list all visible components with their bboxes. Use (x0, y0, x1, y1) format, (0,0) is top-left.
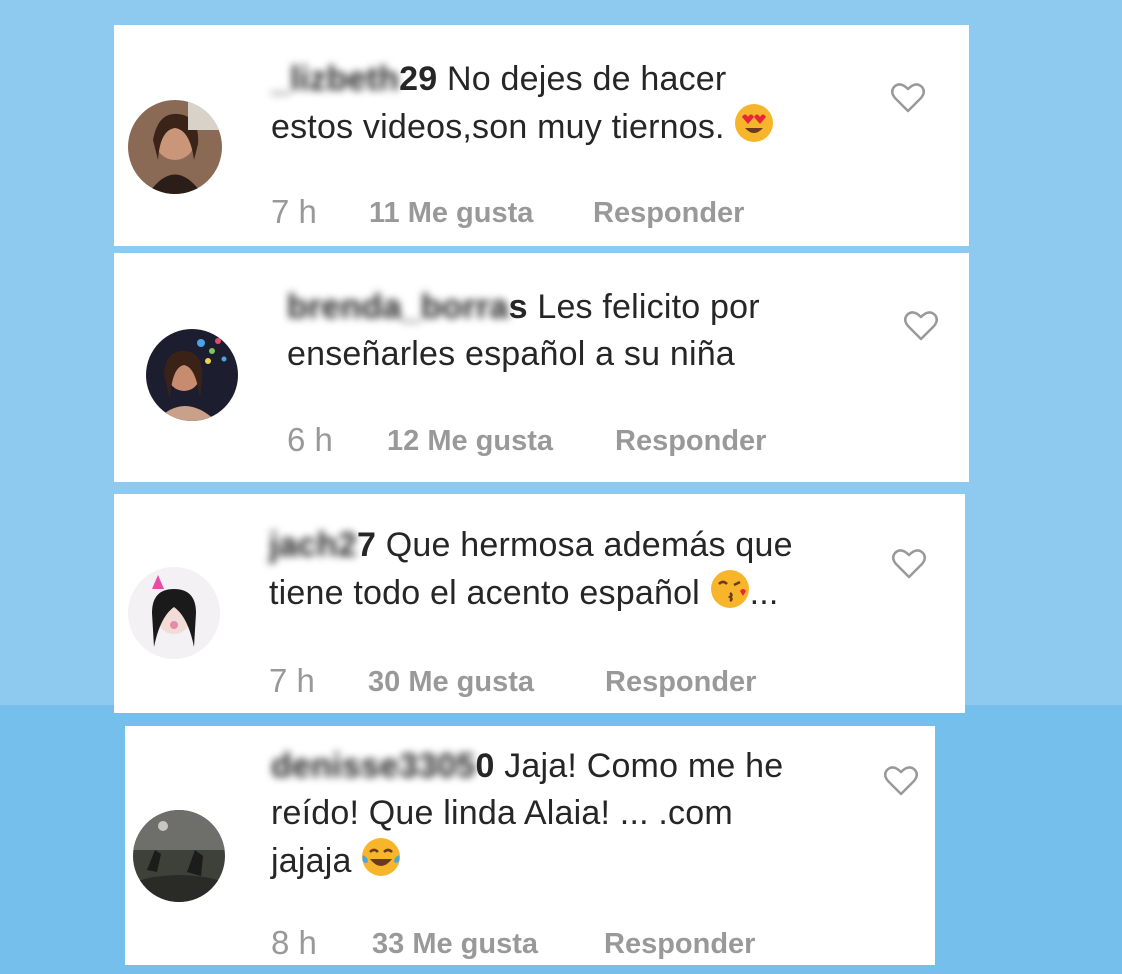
comment-line-1: Que hermosa además que (385, 526, 793, 564)
comment-line-3: jajaja (271, 842, 352, 880)
timestamp: 7 h (269, 662, 315, 699)
comment-text: _lizbeth29 No dejes de hacer estos video… (271, 56, 871, 151)
kiss-emoji (710, 569, 750, 609)
comment-card-3: jach27 Que hermosa además que tiene todo… (114, 494, 965, 713)
username[interactable]: denisse33050 (271, 747, 495, 785)
avatar[interactable] (128, 100, 222, 194)
comment-line-2: enseñarles español a su niña (287, 335, 735, 373)
like-heart-icon[interactable] (891, 548, 927, 580)
username[interactable]: jach27 (269, 526, 376, 564)
comment-meta: 6 h 12 Me gusta Responder (287, 421, 937, 465)
comment-meta: 7 h 30 Me gusta Responder (269, 662, 919, 706)
avatar[interactable] (128, 567, 220, 659)
comment-card-1: _lizbeth29 No dejes de hacer estos video… (114, 25, 969, 246)
avatar[interactable] (146, 329, 238, 421)
comment-text: brenda_borras Les felicito por enseñarle… (287, 284, 907, 378)
comment-card-2: brenda_borras Les felicito por enseñarle… (114, 253, 969, 482)
comment-line-2: estos videos,son muy tiernos. (271, 108, 725, 146)
like-heart-icon[interactable] (903, 310, 939, 342)
likes-count[interactable]: 11 Me gusta (369, 197, 533, 230)
comment-line-1: Les felicito por (537, 288, 760, 326)
like-heart-icon[interactable] (883, 765, 919, 797)
avatar[interactable] (133, 810, 225, 902)
comment-line-1: Jaja! Como me he (504, 747, 784, 785)
comment-text: denisse33050 Jaja! Como me he reído! Que… (271, 743, 891, 885)
comment-line-2: reído! Que linda Alaia! ... .com (271, 794, 733, 832)
tears-of-joy-emoji (361, 837, 401, 877)
likes-count[interactable]: 12 Me gusta (387, 425, 553, 458)
comment-meta: 7 h 11 Me gusta Responder (271, 193, 921, 237)
likes-count[interactable]: 30 Me gusta (368, 666, 534, 699)
timestamp: 7 h (271, 193, 317, 230)
username[interactable]: brenda_borras (287, 288, 528, 326)
username[interactable]: _lizbeth29 (271, 60, 437, 98)
reply-button[interactable]: Responder (615, 425, 766, 458)
comment-meta: 8 h 33 Me gusta Responder (271, 924, 921, 968)
heart-eyes-emoji (734, 103, 774, 143)
comment-text: jach27 Que hermosa además que tiene todo… (269, 522, 889, 617)
timestamp: 8 h (271, 924, 317, 961)
reply-button[interactable]: Responder (593, 197, 744, 230)
comment-card-4: denisse33050 Jaja! Como me he reído! Que… (125, 726, 935, 965)
ellipsis[interactable]: ... (750, 574, 779, 612)
reply-button[interactable]: Responder (605, 666, 756, 699)
timestamp: 6 h (287, 421, 333, 458)
comment-line-1: No dejes de hacer (447, 60, 727, 98)
like-heart-icon[interactable] (890, 82, 926, 114)
comment-line-2: tiene todo el acento español (269, 574, 700, 612)
reply-button[interactable]: Responder (604, 928, 755, 961)
likes-count[interactable]: 33 Me gusta (372, 928, 538, 961)
